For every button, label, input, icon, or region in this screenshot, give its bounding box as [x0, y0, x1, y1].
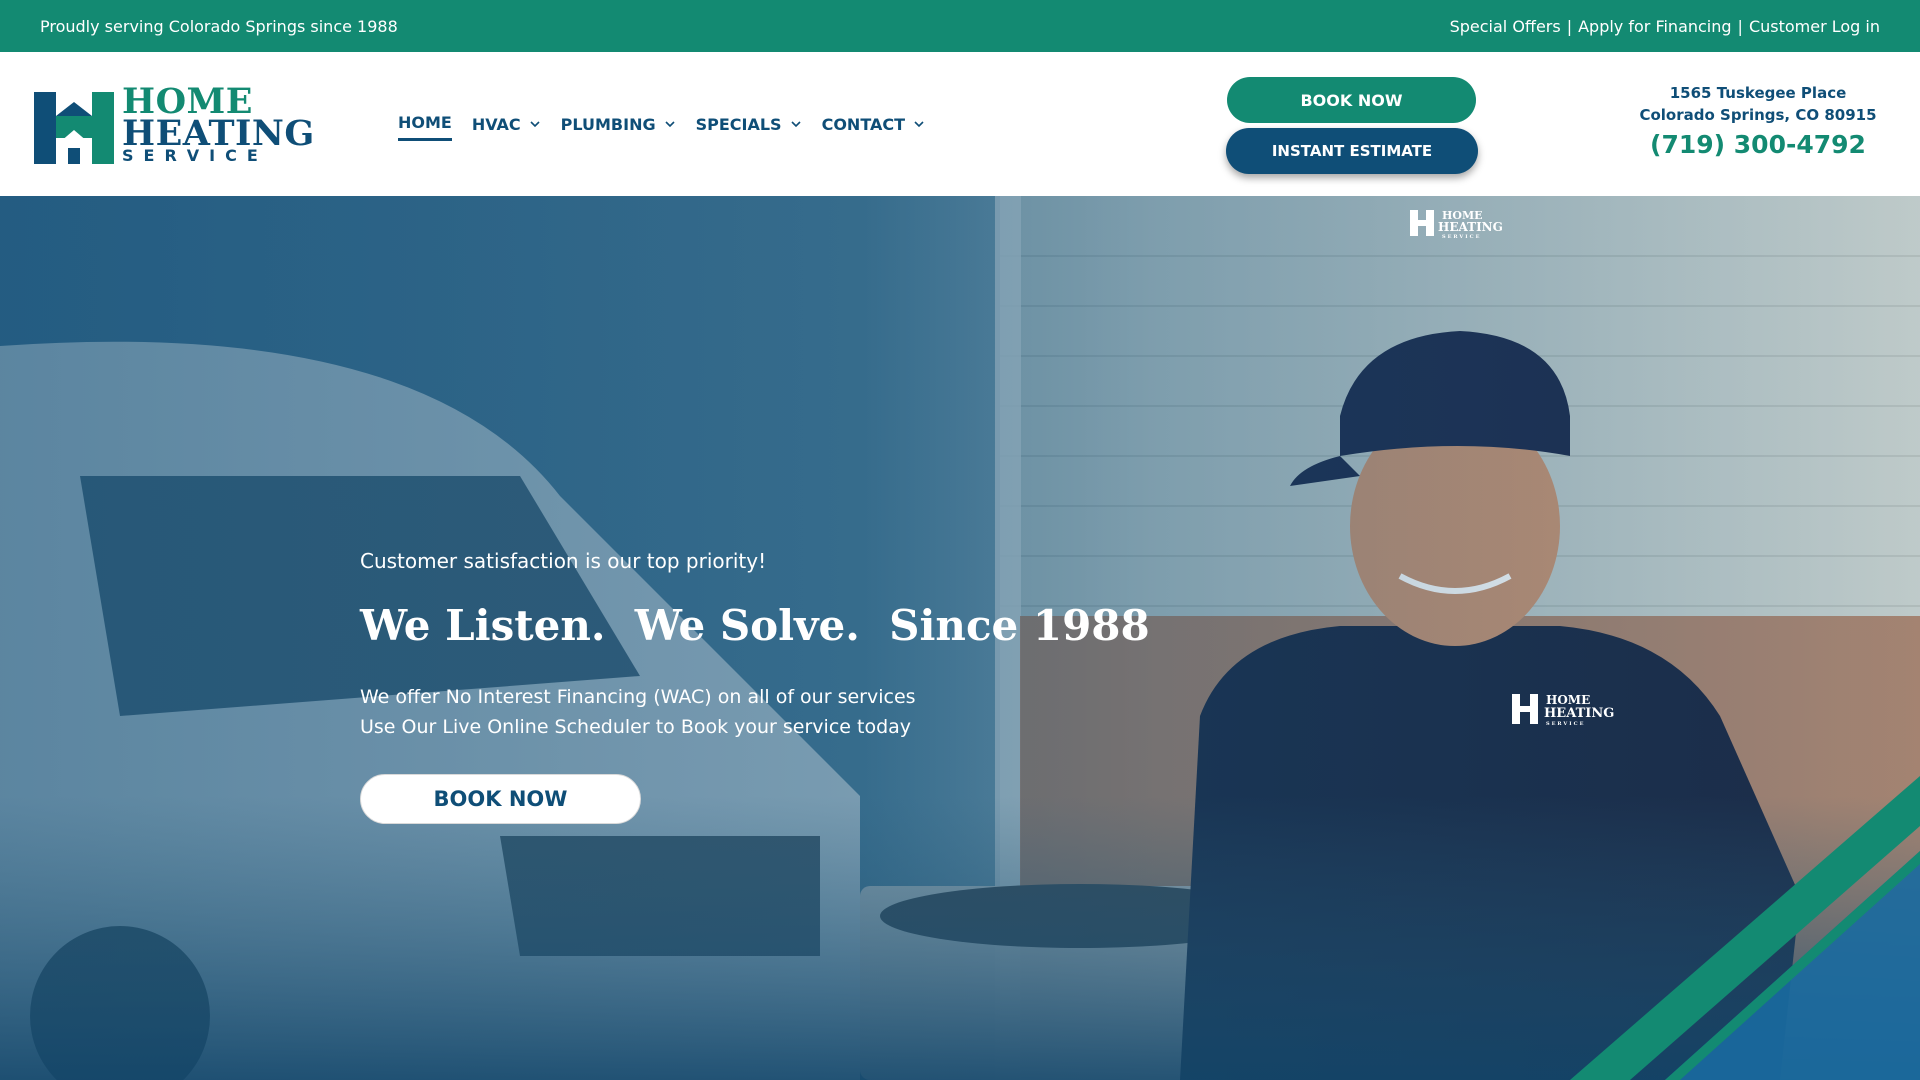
shirt-logo-service: SERVICE	[1546, 721, 1585, 727]
nav-item-plumbing[interactable]: PLUMBING	[561, 109, 676, 140]
site-header: HOME HEATING SERVICE HOME HVAC PLUMBING …	[0, 52, 1920, 196]
nav-item-home[interactable]: HOME	[398, 107, 452, 141]
shirt-logo-heating: HEATING	[1544, 706, 1614, 721]
instant-estimate-button[interactable]: INSTANT ESTIMATE	[1226, 128, 1478, 174]
special-offers-link[interactable]: Special Offers	[1450, 17, 1561, 36]
top-bar: Proudly serving Colorado Springs since 1…	[0, 0, 1920, 52]
cap-logo-heating: HEATING	[1438, 220, 1503, 234]
nav-item-label: PLUMBING	[560, 114, 656, 134]
chevron-down-icon	[914, 121, 924, 128]
hero-scheduler-text: Use Our Live Online Scheduler to Book yo…	[360, 716, 912, 738]
cap-logo-mark: HOME HEATING SERVICE	[1410, 209, 1503, 240]
book-now-button[interactable]: BOOK NOW	[1227, 77, 1476, 123]
nav-item-label: CONTACT	[821, 114, 906, 134]
shirt-logo-home: HOME	[1546, 693, 1590, 707]
nav-item-contact[interactable]: CONTACT	[822, 109, 925, 140]
hero-book-now-button[interactable]: BOOK NOW	[360, 774, 641, 824]
top-bar-links: Special Offers | Apply for Financing | C…	[1450, 17, 1880, 36]
chevron-down-icon	[665, 121, 675, 128]
house-h-logo-icon	[34, 92, 114, 164]
hero-financing-text: We offer No Interest Financing (WAC) on …	[360, 686, 916, 708]
separator: |	[1566, 16, 1573, 36]
nav-item-hvac[interactable]: HVAC	[472, 109, 541, 140]
address-street: 1565 Tuskegee Place	[1669, 84, 1847, 102]
nav-item-specials[interactable]: SPECIALS	[696, 109, 802, 140]
chevron-down-icon	[791, 121, 801, 128]
nav-item-label: SPECIALS	[695, 114, 782, 134]
customer-login-link[interactable]: Customer Log in	[1749, 17, 1880, 36]
nav-item-label: HOME	[398, 113, 452, 132]
cap-logo-service: SERVICE	[1442, 234, 1481, 240]
top-bar-tagline: Proudly serving Colorado Springs since 1…	[40, 16, 398, 36]
hero-section: HOME HEATING SERVICE HOME HEATING SERVIC…	[0, 196, 1920, 1080]
apply-financing-link[interactable]: Apply for Financing	[1578, 17, 1731, 36]
main-nav: HOME HVAC PLUMBING SPECIALS CONTACT	[398, 52, 945, 196]
hero-tagline: Customer satisfaction is our top priorit…	[360, 549, 767, 573]
chevron-down-icon	[530, 121, 540, 128]
company-logo[interactable]: HOME HEATING SERVICE	[34, 84, 314, 165]
separator: |	[1737, 16, 1743, 36]
address-block: 1565 Tuskegee Place Colorado Springs, CO…	[1630, 82, 1886, 126]
nav-item-label: HVAC	[471, 114, 521, 134]
phone-number-link[interactable]: (719) 300-4792	[1630, 130, 1886, 159]
hero-headline: We Listen. We Solve. Since 1988	[360, 601, 1150, 650]
logo-word-service: SERVICE	[122, 146, 268, 165]
address-city: Colorado Springs, CO 80915	[1639, 106, 1877, 124]
shirt-logo-mark: HOME HEATING SERVICE	[1512, 693, 1614, 727]
